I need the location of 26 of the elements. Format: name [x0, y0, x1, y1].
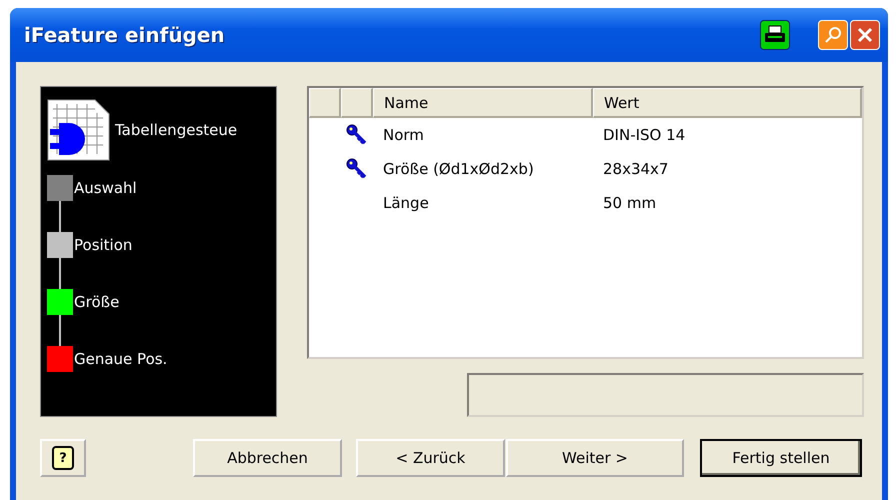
- step-label: Auswahl: [74, 179, 137, 197]
- step-label: Genaue Pos.: [74, 350, 168, 368]
- step-label: Größe: [74, 293, 120, 311]
- step-label: Position: [74, 236, 132, 254]
- sidebar-title: Tabellengesteue: [115, 121, 238, 139]
- key-icon: [346, 124, 368, 146]
- column-header[interactable]: Wert: [593, 88, 862, 118]
- table-cell-text: Länge: [382, 194, 430, 212]
- table-cell-text: 28x34x7: [602, 160, 670, 178]
- table-cell-text: DIN-ISO 14: [602, 126, 686, 144]
- table-drawing: [47, 99, 111, 161]
- key-icon: [346, 158, 368, 180]
- column-header[interactable]: [309, 88, 341, 118]
- dialog-button[interactable]: Fertig stellen: [700, 439, 862, 477]
- table-cell-text: Norm: [382, 126, 425, 144]
- table-cell-text: 50 mm: [602, 194, 658, 212]
- dialog-button[interactable]: < Zurück: [356, 439, 505, 477]
- help-button[interactable]: ?: [40, 439, 86, 477]
- column-header[interactable]: Name: [373, 88, 593, 118]
- dialog-button[interactable]: Weiter >: [506, 439, 684, 477]
- printer-icon[interactable]: [760, 20, 790, 50]
- window-title: iFeature einfügen: [24, 23, 226, 47]
- column-header[interactable]: [341, 88, 373, 118]
- table-cell-text: Größe (Ød1xØd2xb): [382, 160, 535, 178]
- dialog-button[interactable]: Abbrechen: [193, 439, 342, 477]
- close-icon[interactable]: [850, 20, 880, 50]
